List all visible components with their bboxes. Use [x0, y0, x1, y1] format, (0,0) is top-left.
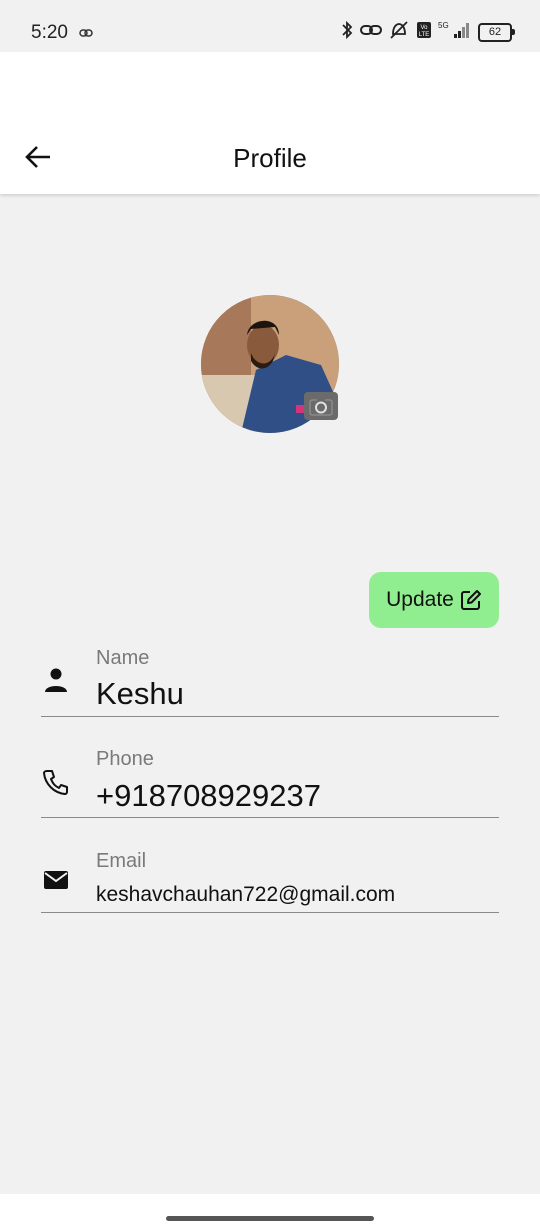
phone-label: Phone — [96, 748, 154, 770]
phone-icon — [43, 770, 68, 795]
email-field[interactable]: Email keshavchauhan722@gmail.com — [41, 848, 499, 914]
volte-icon: Vo LTE — [416, 21, 432, 44]
status-time: 5:20 — [31, 22, 68, 43]
phone-underline — [41, 817, 499, 818]
update-button-label: Update — [386, 588, 454, 611]
link-icon — [360, 22, 382, 43]
phone-field[interactable]: Phone +918708929237 — [41, 746, 499, 818]
vibrate-off-icon — [388, 20, 410, 45]
avatar-container[interactable] — [201, 295, 339, 433]
name-label: Name — [96, 647, 150, 669]
camera-icon — [309, 397, 333, 416]
person-icon — [45, 668, 67, 692]
home-indicator[interactable] — [166, 1216, 374, 1221]
svg-text:5G: 5G — [438, 21, 449, 30]
signal-icon: 5G — [438, 20, 472, 45]
phone-value[interactable]: +918708929237 — [96, 778, 321, 814]
camera-button[interactable] — [304, 392, 338, 420]
edit-icon — [460, 590, 481, 610]
email-underline — [41, 912, 499, 913]
navigation-bar — [0, 1194, 540, 1230]
svg-text:LTE: LTE — [419, 32, 430, 38]
page-title: Profile — [233, 143, 307, 173]
battery-icon: 62 — [478, 22, 515, 42]
svg-text:Vo: Vo — [420, 25, 428, 31]
app-bar: Profile — [0, 52, 540, 194]
status-bar: 5:20 Vo LTE 5G 62 — [0, 0, 540, 52]
name-value[interactable]: Keshu — [96, 676, 184, 712]
mail-icon — [44, 871, 68, 889]
name-underline — [41, 716, 499, 717]
name-field[interactable]: Name Keshu — [41, 645, 499, 717]
status-icons: Vo LTE 5G 62 — [340, 20, 515, 45]
email-value[interactable]: keshavchauhan722@gmail.com — [96, 883, 395, 907]
bluetooth-icon — [340, 20, 354, 45]
email-label: Email — [96, 850, 147, 872]
update-button[interactable]: Update — [369, 572, 499, 628]
link-icon — [79, 25, 93, 43]
